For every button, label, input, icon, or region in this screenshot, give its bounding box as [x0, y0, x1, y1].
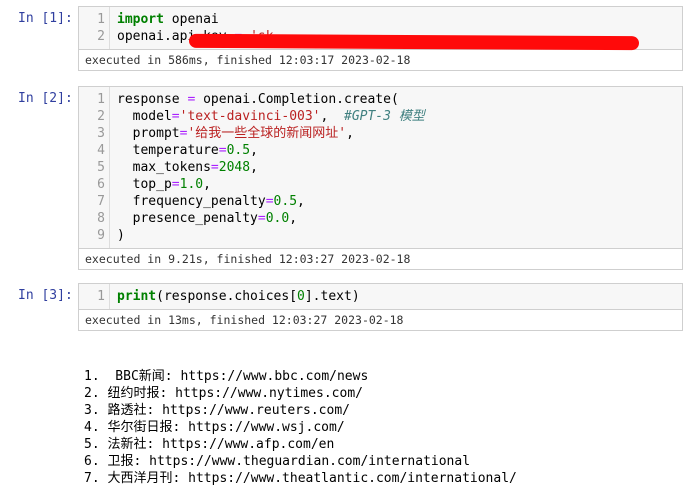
code-input-area[interactable]: 1 response = openai.Completion.create(2 m… [78, 86, 683, 270]
line-number: 3 [97, 126, 105, 141]
code-token: max_tokens [117, 160, 211, 175]
output-line: 3. 路透社: https://www.reuters.com/ [84, 403, 350, 418]
code-token: , [203, 177, 211, 192]
code-token: presence_penalty [117, 211, 258, 226]
code-line[interactable]: 4 temperature=0.5, [79, 142, 682, 159]
code-token: , [250, 160, 258, 175]
output-line: 1. BBC新闻: https://www.bbc.com/news [84, 369, 369, 384]
code-text[interactable]: presence_penalty=0.0, [117, 210, 297, 227]
code-token: = [257, 211, 266, 226]
code-token: print [117, 289, 157, 304]
code-token: = [171, 109, 180, 124]
code-token: temperature [117, 143, 219, 158]
code-line[interactable]: 9) [79, 227, 682, 244]
cell-prompt: In [2]: [18, 91, 73, 106]
code-line[interactable]: 1 import openai [79, 11, 682, 28]
code-token: 0 [297, 289, 305, 304]
code-token: , [250, 143, 258, 158]
code-line[interactable]: 1 print(response.choices[0].text) [79, 288, 682, 305]
code-token: 1.0 [179, 177, 204, 192]
code-token: '给我一些全球的新闻网址' [187, 126, 347, 141]
code-line[interactable]: 5 max_tokens=2048, [79, 159, 682, 176]
code-token: frequency_penalty [117, 194, 266, 209]
line-number: 2 [97, 29, 105, 44]
line-number: 9 [97, 228, 105, 243]
execution-status: executed in 9.21s, finished 12:03:27 202… [79, 248, 682, 269]
code-token: 0.0 [265, 211, 290, 226]
code-token: = [218, 143, 227, 158]
code-token: 0.5 [226, 143, 251, 158]
code-text[interactable]: prompt='给我一些全球的新闻网址', [117, 125, 354, 142]
code-text[interactable]: ) [117, 227, 125, 244]
output-line: 5. 法新社: https://www.afp.com/en [84, 437, 335, 452]
line-number: 6 [97, 177, 105, 192]
code-text[interactable]: frequency_penalty=0.5, [117, 193, 305, 210]
code-token: 2048 [218, 160, 251, 175]
cell-prompt: In [1]: [18, 11, 73, 26]
line-number: 8 [97, 211, 105, 226]
code-text[interactable]: top_p=1.0, [117, 176, 211, 193]
code-token: ) [117, 228, 125, 243]
code-line[interactable]: 6 top_p=1.0, [79, 176, 682, 193]
execution-status: executed in 586ms, finished 12:03:17 202… [79, 49, 682, 70]
code-token: , [346, 126, 354, 141]
code-token: ].text) [304, 289, 360, 304]
code-token: openai.Completion.create( [195, 92, 399, 107]
code-line[interactable]: 8 presence_penalty=0.0, [79, 210, 682, 227]
code-editor[interactable]: 1 response = openai.Completion.create(2 m… [79, 91, 682, 244]
code-text[interactable]: model='text-davinci-003', #GPT-3 模型 [117, 108, 425, 125]
execution-status: executed in 13ms, finished 12:03:27 2023… [79, 309, 682, 330]
code-token: 0.5 [273, 194, 298, 209]
code-line[interactable]: 1 response = openai.Completion.create( [79, 91, 682, 108]
code-token: #GPT-3 模型 [344, 109, 425, 124]
line-number: 1 [97, 92, 105, 107]
code-token: (response.choices[ [156, 289, 298, 304]
line-number: 1 [97, 289, 105, 304]
code-token: = [265, 194, 274, 209]
cell-prompt: In [3]: [18, 288, 73, 303]
code-text[interactable]: print(response.choices[0].text) [117, 288, 360, 305]
code-line[interactable]: 2 model='text-davinci-003', #GPT-3 模型 [79, 108, 682, 125]
code-token: , [289, 211, 298, 226]
line-number: 7 [97, 194, 105, 209]
output-line: 2. 纽约时报: https://www.nytimes.com/ [84, 386, 363, 401]
output-line: 6. 卫报: https://www.theguardian.com/inter… [84, 454, 471, 469]
output-line: 4. 华尔街日报: https://www.wsj.com/ [84, 420, 345, 435]
line-number: 1 [97, 12, 105, 27]
code-token: = [171, 177, 180, 192]
code-token: response [117, 92, 188, 107]
output-line: 7. 大西洋月刊: https://www.theatlantic.com/in… [84, 471, 517, 486]
code-token: 'text-davinci-003' [179, 109, 321, 124]
code-token: = [210, 160, 219, 175]
code-editor[interactable]: 1 print(response.choices[0].text) [79, 288, 682, 305]
code-line[interactable]: 7 frequency_penalty=0.5, [79, 193, 682, 210]
code-token: , [297, 194, 305, 209]
code-token: , [320, 109, 344, 124]
line-number: 5 [97, 160, 105, 175]
code-token: top_p [117, 177, 172, 192]
line-number: 4 [97, 143, 105, 158]
code-text[interactable]: response = openai.Completion.create( [117, 91, 399, 108]
code-token: import [117, 12, 164, 27]
code-token: prompt [117, 126, 180, 141]
code-token: model [117, 109, 172, 124]
code-text[interactable]: max_tokens=2048, [117, 159, 258, 176]
code-text[interactable]: import openai [117, 11, 219, 28]
code-text[interactable]: temperature=0.5, [117, 142, 258, 159]
code-token: openai [163, 12, 219, 27]
line-number: 2 [97, 109, 105, 124]
api-key-redaction-mark [188, 33, 640, 51]
code-line[interactable]: 3 prompt='给我一些全球的新闻网址', [79, 125, 682, 142]
cell-output: 1. BBC新闻: https://www.bbc.com/news 2. 纽约… [84, 368, 517, 487]
code-input-area[interactable]: 1 print(response.choices[0].text) execute… [78, 283, 683, 331]
